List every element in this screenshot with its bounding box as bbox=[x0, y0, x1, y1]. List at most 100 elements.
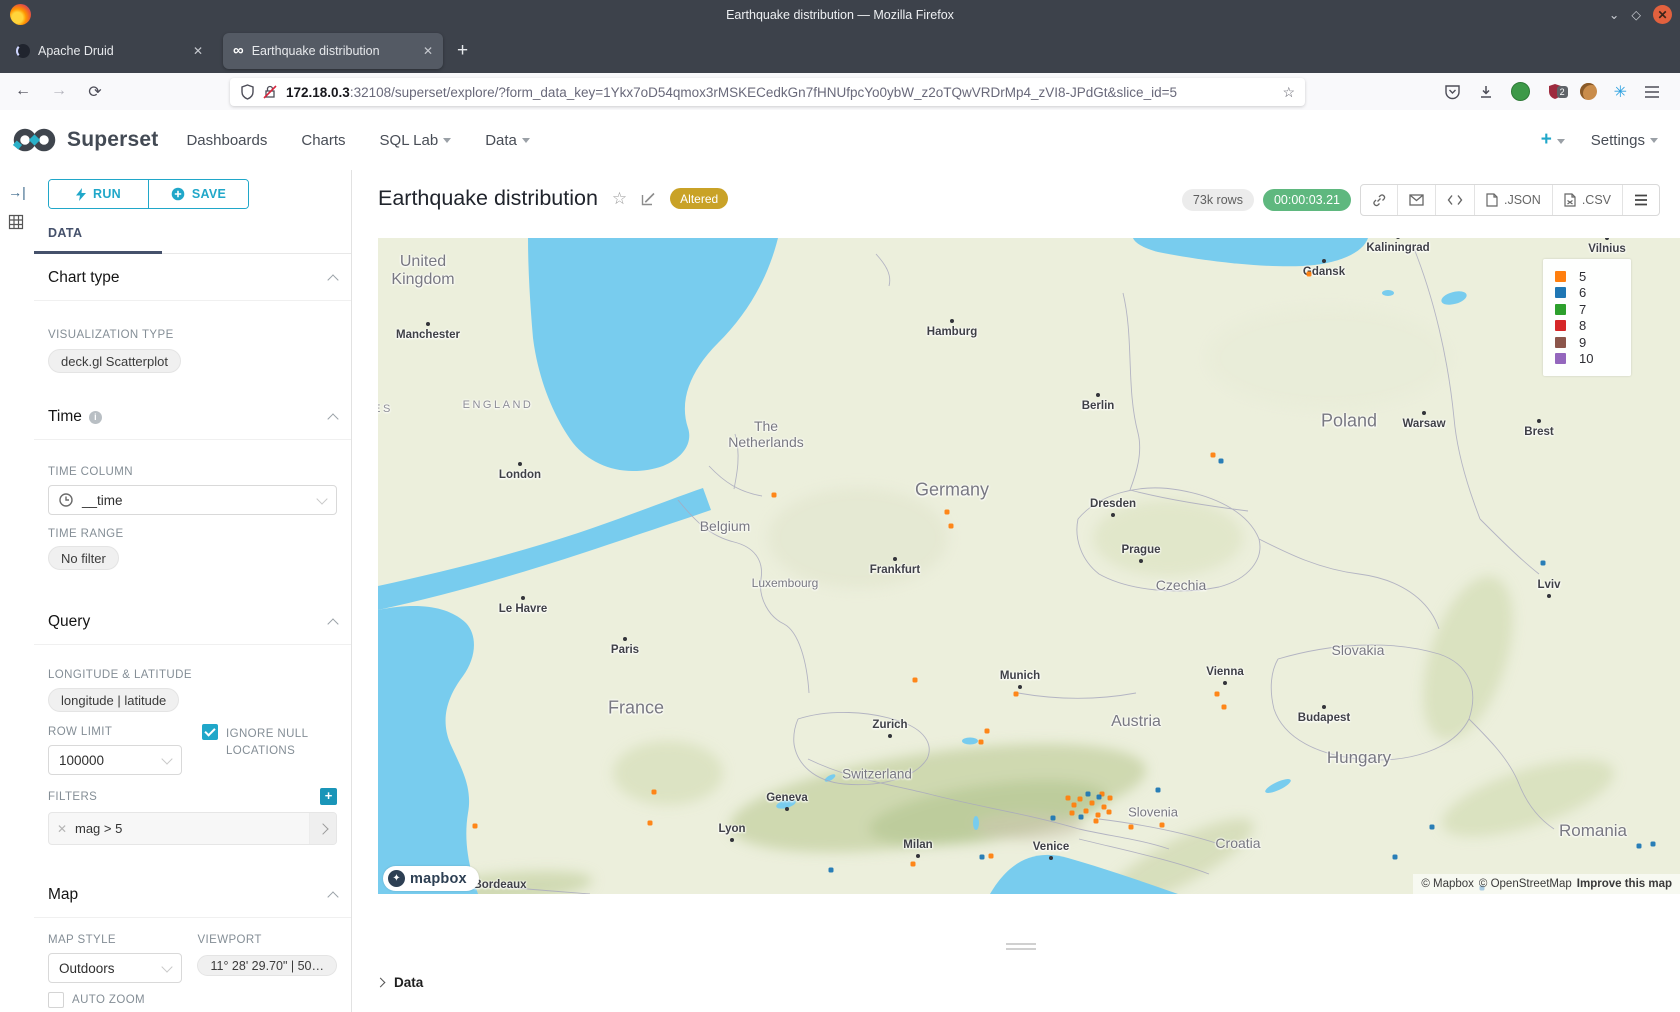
nav-sql-lab[interactable]: SQL Lab bbox=[380, 132, 452, 149]
data-point bbox=[1078, 797, 1083, 802]
left-rail: →| bbox=[0, 170, 35, 1012]
caret-down-icon bbox=[1650, 138, 1658, 143]
legend-row: 9 bbox=[1555, 334, 1631, 351]
chevron-up-icon bbox=[327, 413, 338, 424]
more-menu-button[interactable] bbox=[1622, 185, 1659, 215]
expand-filter-icon[interactable] bbox=[309, 813, 336, 844]
tab-earthquake-distribution[interactable]: ∞ Earthquake distribution ✕ bbox=[223, 33, 443, 69]
add-new-button[interactable]: + bbox=[1541, 129, 1565, 151]
legend-label: 10 bbox=[1579, 351, 1593, 366]
close-icon[interactable]: ✕ bbox=[1653, 5, 1672, 24]
cookie-extension-icon[interactable] bbox=[1580, 83, 1597, 100]
row-limit-select[interactable]: 100000 bbox=[48, 745, 182, 775]
tab-apache-druid[interactable]: Apache Druid ✕ bbox=[6, 33, 213, 69]
druid-favicon bbox=[16, 44, 30, 58]
nav-charts[interactable]: Charts bbox=[301, 132, 345, 149]
time-range-pill[interactable]: No filter bbox=[48, 546, 119, 570]
window-title: Earthquake distribution — Mozilla Firefo… bbox=[0, 8, 1680, 22]
filters-label: FILTERS bbox=[48, 791, 97, 803]
map-style-select[interactable]: Outdoors bbox=[48, 953, 182, 983]
url-bar[interactable]: 172.18.0.3:32108/superset/explore/?form_… bbox=[230, 78, 1305, 106]
insecure-lock-icon[interactable] bbox=[263, 84, 277, 100]
downloads-icon[interactable] bbox=[1478, 84, 1494, 100]
chevron-right-icon bbox=[376, 978, 386, 988]
copy-link-button[interactable] bbox=[1361, 185, 1397, 215]
map-attribution: © Mapbox © OpenStreetMap Improve this ma… bbox=[1413, 874, 1680, 894]
select-caret-icon bbox=[316, 493, 327, 504]
favorite-star-icon[interactable]: ☆ bbox=[612, 189, 627, 209]
download-csv-button[interactable]: .CSV bbox=[1552, 185, 1622, 215]
privacy-extension-icon[interactable] bbox=[1511, 82, 1530, 101]
data-point bbox=[980, 855, 985, 860]
data-point bbox=[913, 678, 918, 683]
tab-data[interactable]: DATA bbox=[48, 226, 82, 240]
auto-zoom-checkbox[interactable] bbox=[48, 992, 64, 1008]
section-query[interactable]: Query bbox=[34, 600, 351, 645]
section-map[interactable]: Map bbox=[34, 873, 351, 918]
edit-icon[interactable] bbox=[641, 191, 656, 206]
add-filter-button[interactable]: + bbox=[320, 788, 337, 805]
superset-logo[interactable]: Superset bbox=[12, 127, 158, 153]
tab-close-icon[interactable]: ✕ bbox=[193, 44, 203, 58]
section-chart-type[interactable]: Chart type bbox=[34, 256, 351, 301]
lonlat-pill[interactable]: longitude | latitude bbox=[48, 688, 179, 712]
attribution-osm[interactable]: © OpenStreetMap bbox=[1479, 878, 1572, 890]
dataset-grid-icon[interactable] bbox=[8, 214, 26, 230]
menu-icon[interactable] bbox=[1644, 85, 1660, 99]
time-column-label: TIME COLUMN bbox=[48, 466, 337, 478]
maximize-icon[interactable]: ◇ bbox=[1631, 7, 1641, 22]
viz-type-pill[interactable]: deck.gl Scatterplot bbox=[48, 349, 181, 373]
save-plus-icon bbox=[171, 187, 185, 201]
adblock-extension-icon[interactable]: 2 bbox=[1547, 83, 1563, 100]
settings-menu[interactable]: Settings bbox=[1591, 132, 1658, 149]
extension-badge: 2 bbox=[1557, 86, 1568, 98]
mapbox-logo[interactable]: ✦ mapbox bbox=[383, 866, 479, 891]
time-column-select[interactable]: __time bbox=[48, 485, 337, 515]
data-point bbox=[648, 821, 653, 826]
mapbox-icon: ✦ bbox=[388, 870, 405, 887]
snowflake-extension-icon[interactable]: ✳ bbox=[1614, 82, 1627, 102]
caret-down-icon bbox=[443, 138, 451, 143]
nav-dashboards[interactable]: Dashboards bbox=[186, 132, 267, 149]
panel-resize-handle[interactable] bbox=[1006, 940, 1036, 950]
time-range-label: TIME RANGE bbox=[48, 528, 337, 540]
chart-header: Earthquake distribution ☆ Altered 73k ro… bbox=[352, 170, 1680, 238]
url-host: 172.18.0.3 bbox=[286, 85, 350, 100]
caret-down-icon bbox=[522, 138, 530, 143]
viewport-pill[interactable]: 11° 28' 29.70" | 50… bbox=[197, 955, 337, 976]
forward-icon[interactable]: → bbox=[44, 82, 74, 102]
attribution-improve-link[interactable]: Improve this map bbox=[1577, 878, 1672, 890]
section-time[interactable]: Time i bbox=[34, 395, 351, 440]
altered-badge: Altered bbox=[670, 188, 728, 209]
collapse-panel-icon[interactable]: →| bbox=[8, 184, 26, 200]
save-button[interactable]: SAVE bbox=[148, 180, 248, 208]
pocket-icon[interactable] bbox=[1444, 84, 1461, 100]
remove-filter-icon[interactable]: ✕ bbox=[49, 822, 75, 836]
json-file-icon bbox=[1486, 193, 1498, 207]
data-point bbox=[1156, 788, 1161, 793]
tab-close-icon[interactable]: ✕ bbox=[423, 44, 433, 58]
ignore-null-checkbox[interactable] bbox=[202, 724, 218, 740]
attribution-mapbox[interactable]: © Mapbox bbox=[1421, 878, 1474, 890]
bookmark-star-icon[interactable]: ☆ bbox=[1276, 84, 1295, 101]
reload-icon[interactable]: ⟳ bbox=[80, 82, 110, 102]
run-button[interactable]: RUN bbox=[49, 180, 148, 208]
filter-item[interactable]: ✕ mag > 5 bbox=[48, 812, 337, 845]
new-tab-button[interactable]: + bbox=[457, 40, 468, 62]
active-tab-underline bbox=[34, 251, 162, 254]
chevron-down-icon[interactable]: ⌄ bbox=[1609, 7, 1619, 22]
download-json-button[interactable]: .JSON bbox=[1474, 185, 1552, 215]
data-point bbox=[1097, 795, 1102, 800]
back-icon[interactable]: ← bbox=[8, 82, 38, 102]
query-duration-badge: 00:00:03.21 bbox=[1263, 189, 1351, 211]
deckgl-scatterplot-map[interactable]: United KingdomENGLANDESThe NetherlandsBe… bbox=[378, 238, 1680, 894]
tracking-shield-icon[interactable] bbox=[240, 84, 255, 100]
data-panel-toggle[interactable]: Data bbox=[377, 975, 423, 990]
legend-row: 8 bbox=[1555, 318, 1631, 335]
embed-code-button[interactable] bbox=[1435, 185, 1474, 215]
email-button[interactable] bbox=[1397, 185, 1435, 215]
data-point bbox=[1219, 459, 1224, 464]
nav-data[interactable]: Data bbox=[485, 132, 530, 149]
data-point bbox=[1222, 705, 1227, 710]
data-point bbox=[1066, 796, 1071, 801]
